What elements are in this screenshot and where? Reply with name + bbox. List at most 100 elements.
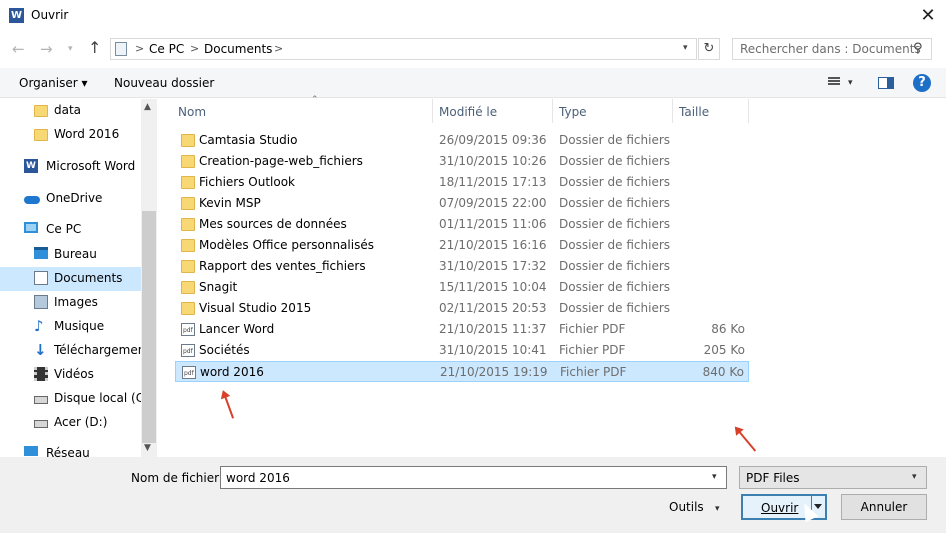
file-date: 07/09/2015 22:00: [439, 196, 547, 210]
file-name: Modèles Office personnalisés: [199, 238, 374, 252]
breadcrumb-documents[interactable]: Documents: [204, 42, 272, 56]
file-type: Dossier de fichiers: [559, 175, 671, 189]
file-date: 01/11/2015 11:06: [439, 217, 547, 231]
scrollbar-thumb[interactable]: [142, 211, 156, 443]
file-row-selected[interactable]: word 2016 21/10/2015 19:19 Fichier PDF 8…: [175, 361, 749, 382]
sidebar-item-data[interactable]: data: [0, 99, 141, 123]
folder-icon: [181, 134, 195, 147]
forward-arrow-icon[interactable]: →: [40, 40, 53, 58]
sidebar-item-label: Vidéos: [54, 367, 94, 381]
sidebar-item-local-disk-c[interactable]: Disque local (C:): [0, 387, 153, 411]
file-type: Fichier PDF: [559, 343, 626, 357]
filename-label: Nom de fichier :: [131, 471, 227, 485]
file-name: Visual Studio 2015: [199, 301, 312, 315]
column-header-modified[interactable]: Modifié le: [433, 99, 553, 123]
preview-pane-icon[interactable]: [878, 77, 894, 89]
sidebar-item-telechargement[interactable]: ↓ Téléchargement: [0, 339, 150, 363]
sidebar-item-reseau[interactable]: Réseau: [0, 442, 141, 457]
file-date: 31/10/2015 17:32: [439, 259, 547, 273]
open-button-label: Ouvrir: [761, 501, 799, 515]
help-icon[interactable]: ?: [913, 74, 931, 92]
file-date: 18/11/2015 17:13: [439, 175, 547, 189]
file-row[interactable]: Visual Studio 2015 02/11/2015 20:53 Doss…: [175, 298, 749, 319]
file-date: 31/10/2015 10:41: [439, 343, 547, 357]
sidebar-item-label: Documents: [54, 271, 123, 285]
chevron-down-icon[interactable]: ▾: [912, 472, 917, 482]
sidebar-item-label: Téléchargement: [54, 343, 151, 357]
sidebar-item-microsoft-word[interactable]: W Microsoft Word: [0, 155, 141, 179]
scroll-up-icon[interactable]: ▲: [144, 102, 151, 112]
file-size: 86 Ko: [711, 322, 745, 336]
sidebar-item-bureau[interactable]: Bureau: [0, 243, 141, 267]
sidebar-item-images[interactable]: Images: [0, 291, 141, 315]
breadcrumb-separator-icon[interactable]: >: [190, 42, 199, 55]
sidebar-item-word-2016[interactable]: Word 2016: [0, 123, 141, 147]
view-dropdown-icon[interactable]: ▾: [848, 78, 853, 88]
address-dropdown-icon[interactable]: ▾: [683, 43, 688, 53]
file-row[interactable]: Mes sources de données 01/11/2015 11:06 …: [175, 214, 749, 235]
data-source-folder-icon: [181, 218, 195, 231]
file-name: Rapport des ventes_fichiers: [199, 259, 366, 273]
pdf-file-icon: [181, 344, 195, 357]
file-row[interactable]: Modèles Office personnalisés 21/10/2015 …: [175, 235, 749, 256]
file-row[interactable]: Rapport des ventes_fichiers 31/10/2015 1…: [175, 256, 749, 277]
sidebar-item-musique[interactable]: ♪ Musique: [0, 315, 141, 339]
file-row[interactable]: Creation-page-web_fichiers 31/10/2015 10…: [175, 151, 749, 172]
filename-dropdown-icon[interactable]: ▾: [712, 472, 717, 482]
file-row[interactable]: Snagit 15/11/2015 10:04 Dossier de fichi…: [175, 277, 749, 298]
file-type: Dossier de fichiers: [559, 217, 671, 231]
view-options-icon[interactable]: [824, 76, 840, 89]
column-header-label: Modifié le: [439, 105, 498, 119]
sidebar-item-documents[interactable]: Documents: [0, 267, 141, 291]
folder-icon: [34, 129, 48, 141]
breadcrumb-separator-icon[interactable]: >: [135, 42, 144, 55]
breadcrumb-ce-pc[interactable]: Ce PC: [149, 42, 184, 56]
file-row[interactable]: Kevin MSP 07/09/2015 22:00 Dossier de fi…: [175, 193, 749, 214]
file-type-filter-select[interactable]: PDF Files: [739, 466, 927, 489]
search-input[interactable]: Rechercher dans : Documents ⚲: [732, 38, 932, 60]
sidebar-scrollbar[interactable]: ▲ ▼: [141, 99, 157, 457]
file-row[interactable]: Camtasia Studio 26/09/2015 09:36 Dossier…: [175, 130, 749, 151]
sidebar-item-acer-d[interactable]: Acer (D:): [0, 411, 141, 435]
tools-dropdown-icon[interactable]: ▾: [715, 504, 720, 514]
folder-icon: [181, 176, 195, 189]
close-button[interactable]: ✕: [912, 2, 944, 30]
column-header-label: Type: [559, 105, 587, 119]
documents-location-icon: [115, 42, 127, 56]
sidebar-item-onedrive[interactable]: OneDrive: [0, 187, 141, 211]
sidebar-item-ce-pc[interactable]: Ce PC: [0, 218, 141, 242]
recent-locations-dropdown-icon[interactable]: ▾: [68, 44, 73, 54]
column-header-size[interactable]: Taille: [673, 99, 749, 123]
file-name: Lancer Word: [199, 322, 275, 336]
column-header-name[interactable]: Nom ⌃: [172, 95, 433, 123]
sidebar-item-videos[interactable]: Vidéos: [0, 363, 141, 387]
tools-menu-button[interactable]: Outils: [669, 500, 704, 514]
address-bar[interactable]: > Ce PC > Documents > ▾: [110, 38, 697, 60]
file-name: Camtasia Studio: [199, 133, 298, 147]
refresh-icon[interactable]: ↻: [698, 38, 720, 60]
pdf-file-icon: [181, 323, 195, 336]
file-list: Nom ⌃ Modifié le Type Taille Camtasia St…: [157, 95, 946, 457]
file-row[interactable]: Lancer Word 21/10/2015 11:37 Fichier PDF…: [175, 319, 749, 340]
file-date: 26/09/2015 09:36: [439, 133, 547, 147]
search-icon[interactable]: ⚲: [913, 41, 923, 56]
column-header-label: Nom: [178, 105, 207, 119]
up-arrow-icon[interactable]: ↑: [88, 38, 101, 57]
file-size: 840 Ko: [702, 365, 744, 379]
cancel-button[interactable]: Annuler: [841, 494, 927, 520]
breadcrumb-separator-icon[interactable]: >: [274, 42, 283, 55]
filename-input[interactable]: word 2016: [220, 466, 727, 489]
file-name: Sociétés: [199, 343, 250, 357]
file-row[interactable]: Fichiers Outlook 18/11/2015 17:13 Dossie…: [175, 172, 749, 193]
back-arrow-icon[interactable]: ←: [12, 40, 25, 58]
computer-icon: [24, 222, 38, 233]
folder-icon: [181, 197, 195, 210]
file-row[interactable]: Sociétés 31/10/2015 10:41 Fichier PDF 20…: [175, 340, 749, 361]
sidebar-item-label: OneDrive: [46, 191, 103, 205]
organise-menu-button[interactable]: Organiser ▾: [19, 76, 87, 90]
scroll-down-icon[interactable]: ▼: [144, 443, 151, 453]
new-folder-button[interactable]: Nouveau dossier: [114, 76, 214, 90]
column-header-type[interactable]: Type: [553, 99, 673, 123]
sort-ascending-icon: ⌃: [311, 95, 319, 105]
file-name: word 2016: [200, 365, 264, 379]
